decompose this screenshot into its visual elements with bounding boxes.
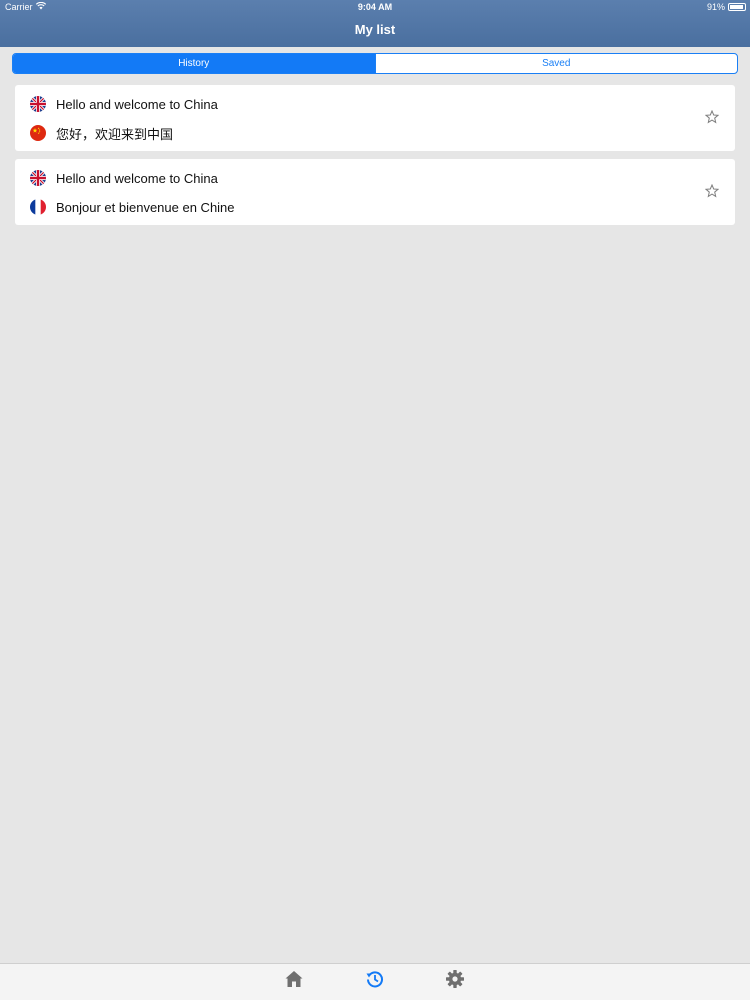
list-item[interactable]: Hello and welcome to China 您好，欢迎来到中国: [15, 85, 735, 151]
tab-bar: [0, 963, 750, 1000]
target-line: 您好，欢迎来到中国: [30, 124, 173, 142]
star-outline-icon[interactable]: [704, 183, 720, 198]
navigation-header: Carrier 9:04 AM 91% My list: [0, 0, 750, 47]
china-flag-icon: [30, 125, 46, 141]
settings-gear-icon[interactable]: [445, 969, 465, 989]
source-text: Hello and welcome to China: [56, 170, 218, 186]
france-flag-icon: [30, 199, 46, 215]
segment-history[interactable]: History: [13, 54, 375, 73]
page-title: My list: [354, 22, 396, 37]
segment-saved[interactable]: Saved: [374, 54, 738, 73]
history-icon[interactable]: [365, 969, 385, 989]
uk-flag-icon: [30, 96, 46, 112]
home-icon[interactable]: [284, 969, 304, 989]
battery-percent: 91%: [706, 2, 725, 12]
star-outline-icon[interactable]: [704, 109, 720, 124]
uk-flag-icon: [30, 170, 46, 186]
battery-fill: [730, 5, 743, 9]
battery-icon: [728, 3, 746, 11]
history-saved-segmented-control: History Saved: [12, 53, 738, 74]
status-time: 9:04 AM: [357, 2, 393, 12]
source-text: Hello and welcome to China: [56, 96, 218, 112]
list-item[interactable]: Hello and welcome to China Bonjour et bi…: [15, 159, 735, 225]
target-line: Bonjour et bienvenue en Chine: [30, 198, 235, 216]
status-right: 91%: [707, 0, 746, 14]
source-line: Hello and welcome to China: [30, 95, 218, 113]
source-line: Hello and welcome to China: [30, 169, 218, 187]
target-text: Bonjour et bienvenue en Chine: [56, 199, 235, 215]
target-text: 您好，欢迎来到中国: [56, 126, 174, 142]
status-bar: Carrier 9:04 AM 91%: [0, 0, 750, 14]
